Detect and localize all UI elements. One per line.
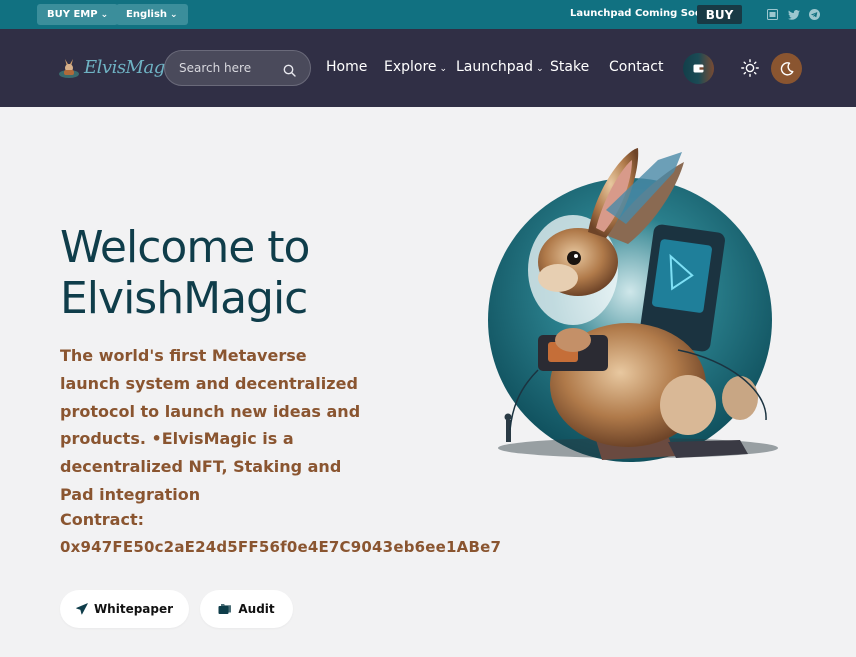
nav-contact-label: Contact: [609, 59, 664, 75]
hero-rabbit-illustration: [478, 140, 782, 465]
medium-icon[interactable]: [766, 8, 779, 21]
search-box: [164, 50, 311, 86]
hero-title: Welcome to ElvishMagic: [60, 222, 310, 324]
nav-contact[interactable]: Contact: [609, 59, 663, 75]
hero-title-line1: Welcome to: [60, 222, 310, 273]
launchpad-announcement: Launchpad Coming Soon: [570, 8, 709, 19]
audit-label: Audit: [238, 602, 275, 616]
connect-wallet-button[interactable]: [683, 53, 714, 84]
wallet-icon: [693, 64, 704, 73]
hero-description: The world's first Metaverse launch syste…: [60, 346, 361, 504]
chevron-down-icon: ⌄: [536, 64, 544, 74]
hero-title-line2: ElvishMagic: [60, 273, 308, 324]
chevron-down-icon: ⌄: [100, 9, 109, 20]
nav-stake-label: Stake: [550, 59, 590, 75]
language-dropdown[interactable]: English ⌄: [116, 4, 188, 25]
twitter-icon[interactable]: [787, 8, 800, 21]
nav-home-label: Home: [326, 59, 368, 75]
contract-label: Contract:: [60, 510, 144, 529]
top-bar: BUY EMP ⌄ English ⌄ Launchpad Coming Soo…: [0, 0, 856, 29]
main-navbar: ElvisMagic Home Explore⌄ Launchpad⌄ Stak…: [0, 29, 856, 107]
search-icon[interactable]: [283, 62, 296, 81]
light-theme-button[interactable]: [738, 56, 762, 80]
buy-emp-label: BUY EMP: [47, 9, 98, 20]
folders-icon: [218, 604, 232, 614]
nav-explore-label: Explore: [384, 59, 437, 75]
nav-launchpad-label: Launchpad: [456, 59, 534, 75]
buy-emp-dropdown[interactable]: BUY EMP ⌄: [37, 4, 119, 25]
dark-theme-button[interactable]: [771, 53, 802, 84]
nav-stake[interactable]: Stake: [550, 59, 589, 75]
sun-icon: [741, 59, 759, 77]
whitepaper-label: Whitepaper: [93, 602, 174, 616]
logo[interactable]: ElvisMagic: [58, 55, 180, 79]
search-input[interactable]: [179, 61, 279, 75]
nav-explore[interactable]: Explore ⌄: [384, 59, 447, 75]
whitepaper-button[interactable]: Whitepaper: [60, 590, 189, 628]
chevron-down-icon: ⌄: [439, 64, 448, 74]
contract-address: 0x947FE50c2aE24d5FF56f0e4E7C9043eb6ee1AB…: [60, 538, 502, 556]
logo-icon: [59, 59, 79, 78]
buy-button[interactable]: BUY: [697, 5, 742, 24]
paper-plane-icon: [76, 603, 88, 615]
moon-icon: [780, 61, 793, 76]
chevron-down-icon: ⌄: [170, 9, 178, 20]
telegram-icon[interactable]: [808, 8, 821, 21]
nav-home[interactable]: Home: [326, 59, 367, 75]
audit-button[interactable]: Audit: [200, 590, 293, 628]
language-label: English: [126, 9, 168, 20]
nav-launchpad[interactable]: Launchpad ⌄: [456, 59, 544, 75]
